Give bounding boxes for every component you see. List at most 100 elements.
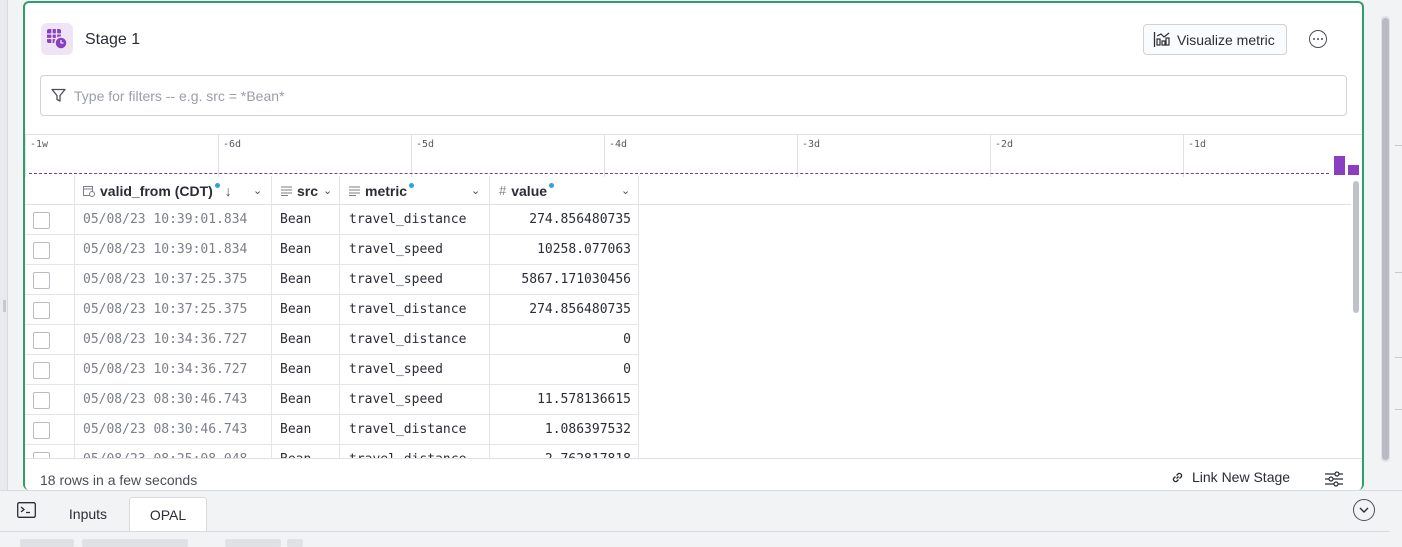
table-row[interactable]: 05/08/23 10:37:25.375 Bean travel_speed … <box>25 265 639 295</box>
table-header: valid_from (CDT) ↓ ⌄ src ⌄ metric ⌄ # va… <box>25 176 1351 205</box>
right-panel-divider <box>1395 409 1402 410</box>
toolbar-stub <box>82 539 188 547</box>
table-scrollbar-thumb[interactable] <box>1353 181 1359 313</box>
timeline-tick: -3d <box>797 135 820 177</box>
left-rail <box>0 0 8 544</box>
cell-valid-from: 05/08/23 10:34:36.727 <box>83 332 248 347</box>
string-column-icon <box>349 186 360 196</box>
tab-opal[interactable]: OPAL <box>129 497 207 531</box>
new-column-dot <box>409 183 415 188</box>
visualize-metric-button[interactable]: Visualize metric <box>1143 24 1287 55</box>
row-checkbox[interactable] <box>33 302 50 319</box>
rail-marker <box>3 300 6 312</box>
toolbar-stub <box>287 539 303 547</box>
column-header-valid-from[interactable]: valid_from (CDT) ↓ ⌄ <box>83 176 262 205</box>
chevron-down-icon[interactable]: ⌄ <box>471 184 480 197</box>
filter-input[interactable] <box>74 87 1274 104</box>
table-scrollbar[interactable] <box>1352 179 1360 459</box>
table-row[interactable]: 05/08/23 10:39:01.834 Bean travel_speed … <box>25 235 639 265</box>
histogram-bar[interactable] <box>1334 156 1345 175</box>
new-column-dot <box>214 183 220 188</box>
row-checkbox[interactable] <box>33 392 50 409</box>
bottom-panel: Inputs OPAL <box>0 490 1402 547</box>
table-row[interactable]: 05/08/23 08:25:08.048 Bean travel_distan… <box>25 445 639 458</box>
cell-value: 274.856480735 <box>529 212 631 227</box>
cell-valid-from: 05/08/23 10:39:01.834 <box>83 242 248 257</box>
chevron-down-icon[interactable]: ⌄ <box>621 184 630 197</box>
chart-icon <box>1153 32 1170 47</box>
link-new-stage-button[interactable]: Link New Stage <box>1170 469 1290 485</box>
dataset-clock-icon <box>41 23 73 55</box>
number-column-icon: # <box>499 183 507 198</box>
cell-valid-from: 05/08/23 10:37:25.375 <box>83 272 248 287</box>
row-checkbox[interactable] <box>33 212 50 229</box>
table-row[interactable]: 05/08/23 10:37:25.375 Bean travel_distan… <box>25 295 639 325</box>
filter-funnel-icon <box>51 88 66 102</box>
column-label: metric <box>365 182 408 199</box>
column-header-metric[interactable]: metric ⌄ <box>349 176 480 205</box>
page-scrollbar[interactable] <box>1381 16 1390 462</box>
page-scrollbar-thumb[interactable] <box>1382 18 1389 460</box>
stage-title: Stage 1 <box>85 31 141 48</box>
column-label: value <box>511 182 548 199</box>
collapse-panel-icon[interactable] <box>1353 499 1375 521</box>
visualize-metric-label: Visualize metric <box>1177 31 1275 48</box>
filter-bar[interactable] <box>40 75 1347 116</box>
data-table: valid_from (CDT) ↓ ⌄ src ⌄ metric ⌄ # va… <box>25 176 1351 458</box>
table-row[interactable]: 05/08/23 08:30:46.743 Bean travel_distan… <box>25 415 639 445</box>
timeline-baseline <box>29 173 1329 174</box>
cell-value: 274.856480735 <box>529 302 631 317</box>
timeline-histogram[interactable]: -1w -6d -5d -4d -3d -2d -1d <box>25 134 1362 177</box>
toolbar-stub <box>225 539 281 547</box>
cell-metric: travel_speed <box>349 362 443 377</box>
cell-value: 11.578136615 <box>537 392 631 407</box>
cell-metric: travel_speed <box>349 392 443 407</box>
terminal-icon[interactable] <box>17 502 36 523</box>
chevron-down-icon[interactable]: ⌄ <box>323 184 332 197</box>
timeline-tick: -1d <box>1183 135 1206 177</box>
row-checkbox[interactable] <box>33 332 50 349</box>
timeline-tick: -5d <box>411 135 434 177</box>
timeline-tick: -1w <box>25 135 48 177</box>
tab-opal-label: OPAL <box>149 506 187 523</box>
cell-valid-from: 05/08/23 10:39:01.834 <box>83 212 248 227</box>
cell-metric: travel_speed <box>349 242 443 257</box>
string-column-icon <box>281 186 292 196</box>
timeline-tick: -6d <box>218 135 241 177</box>
column-label: src <box>297 182 319 199</box>
cell-src: Bean <box>280 422 312 437</box>
timeline-tick: -2d <box>990 135 1013 177</box>
cell-valid-from: 05/08/23 10:37:25.375 <box>83 302 248 317</box>
table-row[interactable]: 05/08/23 10:34:36.727 Bean travel_distan… <box>25 325 639 355</box>
row-count-status: 18 rows in a few seconds <box>40 472 198 488</box>
column-header-value[interactable]: # value ⌄ <box>499 176 630 205</box>
more-options-icon[interactable] <box>1309 30 1327 48</box>
sort-descending-icon[interactable]: ↓ <box>225 183 232 199</box>
datetime-column-icon <box>83 185 95 197</box>
table-row[interactable]: 05/08/23 10:34:36.727 Bean travel_speed … <box>25 355 639 385</box>
right-panel-divider <box>1395 357 1402 358</box>
table-row[interactable]: 05/08/23 08:30:46.743 Bean travel_speed … <box>25 385 639 415</box>
link-icon <box>1172 472 1183 482</box>
table-row[interactable]: 05/08/23 10:39:01.834 Bean travel_distan… <box>25 205 639 235</box>
row-checkbox[interactable] <box>33 272 50 289</box>
cell-metric: travel_distance <box>349 422 467 437</box>
chevron-down-icon[interactable]: ⌄ <box>253 184 262 197</box>
tab-inputs[interactable]: Inputs <box>50 497 126 531</box>
row-checkbox[interactable] <box>33 422 50 439</box>
column-settings-icon[interactable] <box>1325 471 1343 490</box>
cell-metric: travel_distance <box>349 302 467 317</box>
link-new-stage-label: Link New Stage <box>1192 469 1291 485</box>
right-panel-divider <box>1395 272 1402 273</box>
new-column-dot <box>549 183 555 188</box>
timeline-tick: -4d <box>604 135 627 177</box>
cell-src: Bean <box>280 445 311 458</box>
cell-src: Bean <box>280 362 312 377</box>
cell-metric: travel_speed <box>349 272 443 287</box>
column-header-src[interactable]: src ⌄ <box>281 176 332 205</box>
row-checkbox[interactable] <box>33 362 50 379</box>
cell-valid-from: 05/08/23 08:30:46.743 <box>83 422 248 437</box>
row-checkbox[interactable] <box>33 242 50 259</box>
histogram-bar[interactable] <box>1348 165 1359 175</box>
cell-src: Bean <box>280 302 312 317</box>
